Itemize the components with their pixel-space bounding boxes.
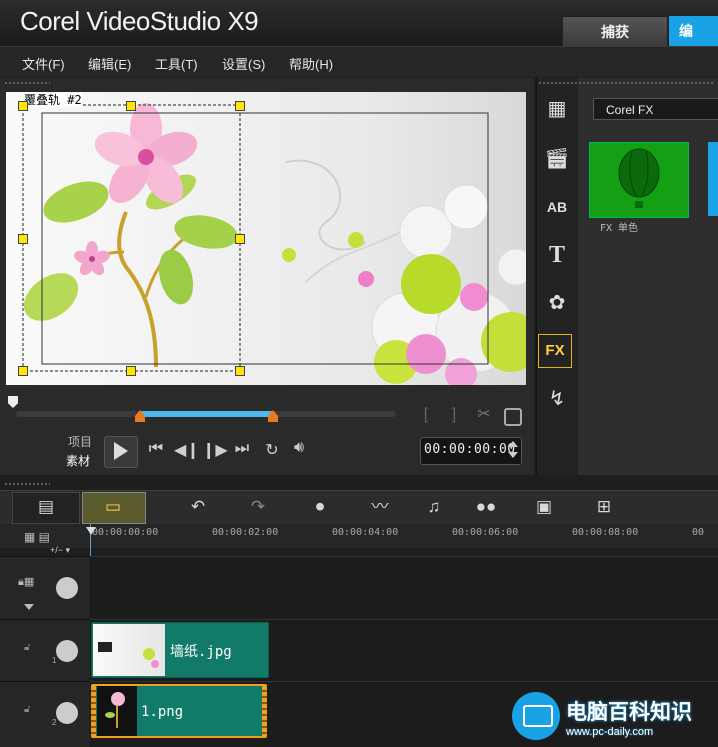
film-reel-icon bbox=[56, 577, 78, 599]
library-category-select[interactable]: Corel FX bbox=[593, 98, 718, 120]
track-index-2: 2 bbox=[52, 718, 57, 727]
clip-thumbnail bbox=[93, 624, 165, 676]
ruler-label-0: 00:00:00:00 bbox=[92, 527, 159, 538]
clip-trim-left[interactable] bbox=[91, 686, 96, 736]
menu-file[interactable]: 文件(F) bbox=[22, 54, 65, 73]
resize-handle-nw[interactable] bbox=[18, 101, 28, 111]
ruler-label-3: 00:00:06:00 bbox=[452, 527, 519, 538]
menu-settings[interactable]: 设置(S) bbox=[222, 54, 265, 73]
thumb-stem bbox=[116, 706, 118, 728]
ruler-label-5: 00 bbox=[692, 527, 705, 538]
balloon-icon bbox=[618, 148, 660, 208]
path-icon[interactable]: ↯ bbox=[540, 382, 574, 416]
library-grip[interactable] bbox=[538, 81, 714, 85]
preview-screen[interactable] bbox=[6, 92, 526, 385]
watermark-url: www.pc-daily.com bbox=[566, 726, 654, 738]
app-title: Corel VideoStudio X9 bbox=[20, 6, 259, 36]
storyboard-view-icon: ▤ bbox=[37, 497, 55, 516]
clip-label: 墙纸.jpg bbox=[170, 644, 232, 660]
resize-handle-n[interactable] bbox=[126, 101, 136, 111]
sound-mixer-icon[interactable]: 〰 bbox=[362, 494, 398, 520]
trim-range bbox=[140, 411, 273, 417]
multi-camera-icon[interactable]: ⊞ bbox=[586, 494, 622, 520]
clip-wallpaper[interactable]: 墙纸.jpg bbox=[91, 622, 269, 678]
expand-track-icon[interactable] bbox=[24, 604, 34, 610]
thumb-mark bbox=[98, 642, 112, 652]
resize-handle-e[interactable] bbox=[235, 234, 245, 244]
tab-capture[interactable]: 捕获 bbox=[562, 16, 668, 48]
timecode-down-icon[interactable] bbox=[508, 452, 518, 458]
fx-thumbnail-next[interactable] bbox=[708, 142, 718, 216]
track-lock-icon[interactable]: 🔓︎ bbox=[24, 642, 30, 653]
media-icon[interactable]: ▦ bbox=[540, 92, 574, 126]
mark-in-icon[interactable]: [ bbox=[418, 406, 434, 424]
enlarge-preview-icon[interactable] bbox=[504, 408, 522, 426]
track-lock-icon[interactable]: 🔒︎▦ bbox=[18, 575, 34, 589]
timeline-grip[interactable] bbox=[4, 482, 50, 486]
playhead-top-icon[interactable] bbox=[86, 527, 96, 535]
auto-music-icon[interactable]: ♫ bbox=[416, 494, 452, 520]
resize-handle-sw[interactable] bbox=[18, 366, 28, 376]
zoom-control[interactable]: +/− ▾ bbox=[50, 545, 70, 556]
resize-handle-w[interactable] bbox=[18, 234, 28, 244]
fx-thumbnail-label: FX 单色 bbox=[600, 223, 639, 234]
clip-thumbnail bbox=[97, 686, 137, 736]
split-scissors-icon[interactable]: ✂ bbox=[474, 404, 494, 424]
record-capture-icon[interactable]: ⏺ bbox=[302, 494, 338, 520]
mode-clip-label[interactable]: 素材 bbox=[66, 452, 90, 469]
watermark-title: 电脑百科知识 bbox=[566, 701, 692, 724]
track-manager-icon[interactable]: ▦ ▤ bbox=[24, 530, 50, 544]
next-frame-icon[interactable]: ❙▶ bbox=[202, 440, 228, 460]
thumb-leaf bbox=[105, 712, 115, 718]
ruler-label-2: 00:00:04:00 bbox=[332, 527, 399, 538]
resize-handle-se[interactable] bbox=[235, 366, 245, 376]
thumb-dot bbox=[151, 660, 159, 668]
subtitle-editor-icon[interactable]: ▣ bbox=[526, 494, 562, 520]
menu-edit[interactable]: 编辑(E) bbox=[88, 54, 131, 73]
library-panel bbox=[578, 78, 718, 475]
resize-handle-ne[interactable] bbox=[235, 101, 245, 111]
repeat-icon[interactable]: ↻ bbox=[262, 440, 282, 460]
resize-handle-s[interactable] bbox=[126, 366, 136, 376]
home-icon[interactable]: ⏮ bbox=[146, 440, 166, 458]
film-reel-icon bbox=[56, 640, 78, 662]
film-reel-icon bbox=[56, 702, 78, 724]
mode-project-label[interactable]: 项目 bbox=[68, 433, 92, 450]
clip-png[interactable]: 1.png bbox=[91, 684, 267, 738]
graphic-icon[interactable]: ✿ bbox=[540, 286, 574, 320]
tab-edit[interactable]: 编 bbox=[669, 16, 718, 46]
mark-out-icon[interactable]: ] bbox=[446, 406, 462, 424]
play-icon bbox=[114, 442, 128, 460]
menu-tools[interactable]: 工具(T) bbox=[155, 54, 198, 73]
thumb-flower bbox=[111, 692, 125, 706]
track-index-1: 1 bbox=[52, 656, 57, 665]
clip-trim-right[interactable] bbox=[262, 686, 267, 736]
timecode-value: 00:00:00:00 bbox=[424, 442, 516, 457]
menu-help[interactable]: 帮助(H) bbox=[289, 54, 333, 73]
timecode-up-icon[interactable] bbox=[508, 441, 518, 447]
instant-project-icon[interactable]: 🎬︎ bbox=[540, 142, 574, 176]
site-watermark: 电脑百科知识 www.pc-daily.com bbox=[506, 688, 718, 746]
fx-thumbnail-mono[interactable] bbox=[589, 142, 689, 218]
monitor-logo-icon bbox=[512, 692, 560, 740]
clip-label: 1.png bbox=[141, 704, 184, 720]
ruler-label-1: 00:00:02:00 bbox=[212, 527, 279, 538]
panel-grip[interactable] bbox=[4, 81, 50, 85]
ruler-label-4: 00:00:08:00 bbox=[572, 527, 639, 538]
track-lock-icon[interactable]: 🔓︎ bbox=[24, 704, 30, 715]
video-track[interactable] bbox=[90, 556, 718, 619]
thumb-dot bbox=[143, 648, 155, 660]
preview-image bbox=[22, 103, 526, 385]
timeline-view-icon: ▭ bbox=[104, 497, 122, 516]
previous-frame-icon[interactable]: ◀❙ bbox=[174, 440, 200, 460]
filter-icon[interactable]: FX bbox=[538, 334, 572, 368]
undo-icon[interactable]: ↶ bbox=[180, 494, 216, 520]
end-icon[interactable]: ⏭ bbox=[232, 440, 252, 458]
overlay-track-label: 覆叠轨 #2 bbox=[24, 93, 82, 107]
title-icon[interactable]: T bbox=[540, 238, 574, 272]
transition-icon[interactable]: AB bbox=[540, 190, 574, 224]
motion-tracking-icon[interactable]: ●● bbox=[468, 494, 504, 520]
redo-icon[interactable]: ↷ bbox=[240, 494, 276, 520]
volume-icon[interactable]: 🔊︎ bbox=[288, 439, 310, 457]
